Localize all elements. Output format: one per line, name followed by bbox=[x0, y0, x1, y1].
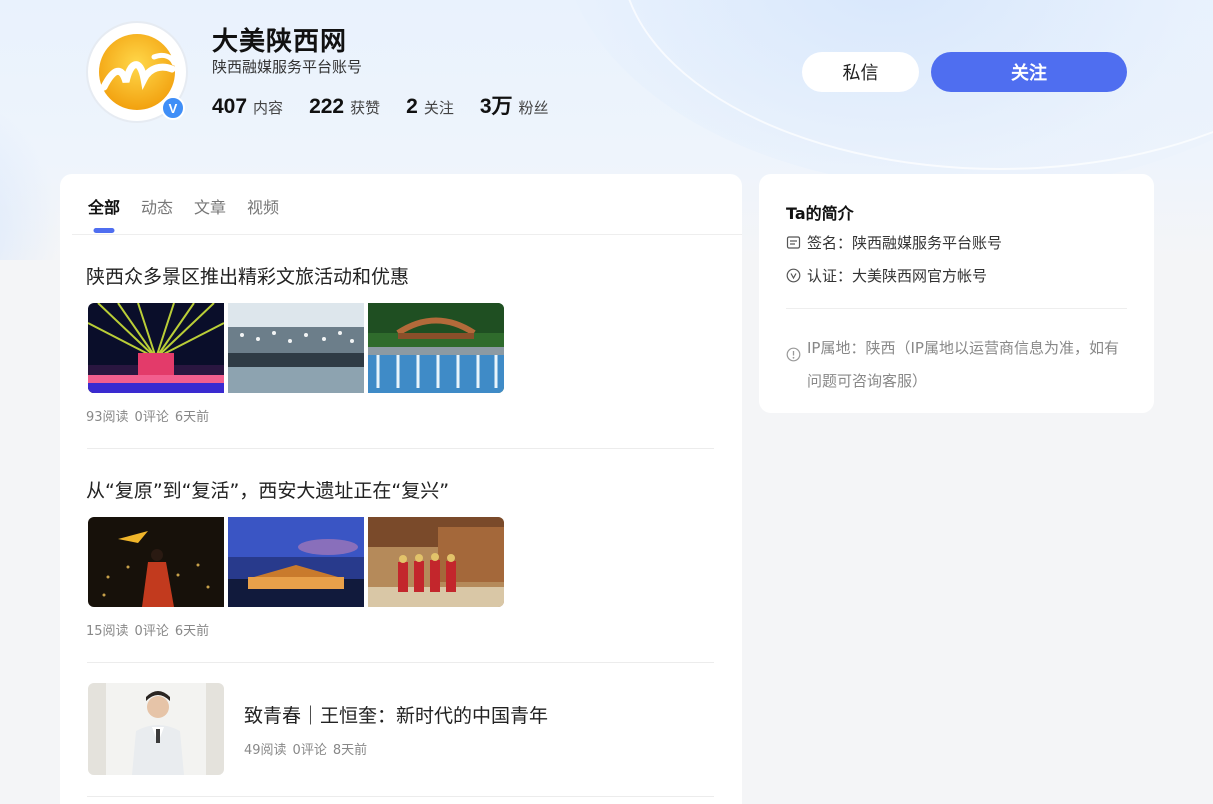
intro-signature: 签名：陕西融媒服务平台账号 bbox=[807, 234, 1003, 252]
info-icon bbox=[786, 341, 801, 362]
stat-label: 粉丝 bbox=[518, 99, 549, 117]
article-title[interactable]: 从“复原”到“复活”，西安大遗址正在“复兴” bbox=[86, 476, 508, 503]
read-count: 15阅读 bbox=[86, 624, 129, 639]
publish-time: 8天前 bbox=[332, 743, 368, 758]
article-meta: 49阅读 0评论 8天前 bbox=[244, 739, 548, 758]
article-thumbnails[interactable] bbox=[88, 303, 508, 393]
stat-following[interactable]: 2 关注 bbox=[406, 95, 454, 119]
tab-updates[interactable]: 动态 bbox=[141, 194, 173, 234]
thumbnail-image[interactable] bbox=[88, 683, 224, 775]
verified-badge-icon: V bbox=[161, 96, 185, 120]
avatar[interactable]: V bbox=[86, 21, 188, 123]
article-thumbnails[interactable] bbox=[88, 517, 508, 607]
article-title[interactable]: 陕西众多景区推出精彩文旅活动和优惠 bbox=[86, 262, 508, 289]
profile-intro-card: Ta的简介 签名：陕西融媒服务平台账号 认证：大美陕西网官方帐号 IP属地：陕西… bbox=[759, 174, 1154, 413]
stat-value: 2 bbox=[406, 95, 418, 118]
intro-title: Ta的简介 bbox=[786, 204, 854, 223]
follow-button[interactable]: 关注 bbox=[931, 52, 1127, 92]
thumbnail-image[interactable] bbox=[228, 303, 364, 393]
stat-label: 获赞 bbox=[350, 99, 381, 117]
list-divider bbox=[87, 796, 714, 797]
list-divider bbox=[87, 448, 714, 449]
intro-signature-row: 签名：陕西融媒服务平台账号 bbox=[786, 232, 1002, 253]
tab-label: 动态 bbox=[141, 198, 174, 217]
list-item[interactable]: 从“复原”到“复活”，西安大遗址正在“复兴” 15阅读 0评论 6天前 bbox=[86, 476, 508, 639]
profile-subtitle: 陕西融媒服务平台账号 bbox=[212, 58, 363, 76]
stat-value: 407 bbox=[212, 95, 248, 118]
profile-stats: 407 内容 222 获赞 2 关注 3万 粉丝 bbox=[212, 90, 575, 120]
comment-count[interactable]: 0评论 bbox=[135, 624, 169, 639]
list-divider bbox=[87, 662, 714, 663]
content-feed-card: 全部 动态 文章 视频 陕西众多景区推出精彩文旅活动和优惠 93阅读 0评论 6… bbox=[60, 174, 742, 804]
tab-all[interactable]: 全部 bbox=[88, 194, 120, 234]
stat-followers[interactable]: 3万 粉丝 bbox=[480, 90, 549, 120]
article-meta: 93阅读 0评论 6天前 bbox=[86, 406, 508, 425]
read-count: 49阅读 bbox=[244, 743, 287, 758]
thumbnail-image[interactable] bbox=[368, 303, 504, 393]
tab-videos[interactable]: 视频 bbox=[247, 194, 279, 234]
thumbnail-image[interactable] bbox=[88, 517, 224, 607]
signature-icon bbox=[786, 235, 801, 250]
stat-likes: 222 获赞 bbox=[309, 95, 380, 119]
tab-label: 视频 bbox=[247, 198, 280, 217]
tab-articles[interactable]: 文章 bbox=[194, 194, 226, 234]
intro-divider bbox=[786, 308, 1127, 309]
thumbnail-image[interactable] bbox=[368, 517, 504, 607]
active-tab-indicator bbox=[93, 228, 115, 233]
publish-time: 6天前 bbox=[174, 410, 210, 425]
profile-name: 大美陕西网 bbox=[212, 27, 348, 57]
publish-time: 6天前 bbox=[174, 624, 210, 639]
verified-circle-icon bbox=[786, 268, 801, 283]
stat-value: 222 bbox=[309, 95, 345, 118]
ip-location-row: IP属地：陕西（IP属地以运营商信息为准，如有问题可咨询客服） bbox=[786, 332, 1131, 398]
intro-certification: 认证：大美陕西网官方帐号 bbox=[807, 267, 988, 285]
article-meta: 15阅读 0评论 6天前 bbox=[86, 620, 508, 639]
list-item[interactable]: 陕西众多景区推出精彩文旅活动和优惠 93阅读 0评论 6天前 bbox=[86, 262, 508, 425]
message-button[interactable]: 私信 bbox=[802, 52, 919, 92]
tab-label: 文章 bbox=[194, 198, 227, 217]
thumbnail-image[interactable] bbox=[228, 517, 364, 607]
stat-value: 3万 bbox=[479, 95, 513, 118]
thumbnail-image[interactable] bbox=[88, 303, 224, 393]
comment-count[interactable]: 0评论 bbox=[293, 743, 327, 758]
article-title[interactable]: 致青春｜王恒奎：新时代的中国青年 bbox=[244, 701, 548, 728]
intro-certification-row: 认证：大美陕西网官方帐号 bbox=[786, 265, 987, 286]
stat-label: 内容 bbox=[253, 99, 284, 117]
comment-count[interactable]: 0评论 bbox=[135, 410, 169, 425]
ip-location-text: IP属地：陕西（IP属地以运营商信息为准，如有问题可咨询客服） bbox=[807, 339, 1119, 390]
tabs-divider bbox=[72, 234, 742, 235]
stat-content[interactable]: 407 内容 bbox=[212, 95, 283, 119]
read-count: 93阅读 bbox=[86, 410, 129, 425]
tab-label: 全部 bbox=[88, 198, 121, 217]
list-item[interactable]: 致青春｜王恒奎：新时代的中国青年 49阅读 0评论 8天前 bbox=[88, 683, 548, 775]
content-tabs: 全部 动态 文章 视频 bbox=[88, 194, 300, 234]
stat-label: 关注 bbox=[423, 99, 454, 117]
